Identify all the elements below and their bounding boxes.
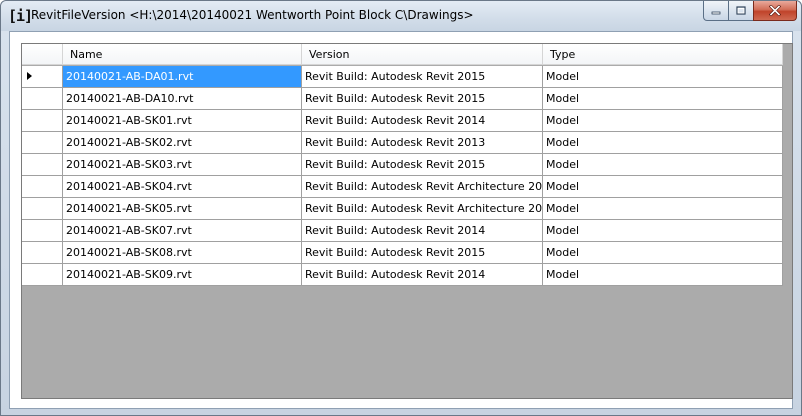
cell-name[interactable]: 20140021-AB-DA01.rvt bbox=[63, 66, 302, 88]
row-header[interactable] bbox=[22, 154, 63, 176]
cell-type[interactable]: Model bbox=[543, 220, 783, 242]
cell-name[interactable]: 20140021-AB-SK03.rvt bbox=[63, 154, 302, 176]
row-header[interactable] bbox=[22, 110, 63, 132]
app-window: [i] RevitFileVersion <H:\2014\20140021 W… bbox=[0, 0, 802, 416]
maximize-button[interactable] bbox=[728, 1, 754, 21]
file-version-grid[interactable]: Name Version Type 20140021-AB-DA01.rvt Re… bbox=[21, 43, 793, 399]
cell-type[interactable]: Model bbox=[543, 154, 783, 176]
minimize-icon bbox=[711, 11, 721, 14]
table-row[interactable]: 20140021-AB-DA01.rvt Revit Build: Autodes… bbox=[22, 66, 783, 88]
cell-version[interactable]: Revit Build: Autodesk Revit Architecture… bbox=[302, 176, 543, 198]
row-header[interactable] bbox=[22, 88, 63, 110]
row-header[interactable] bbox=[22, 66, 63, 88]
app-info-icon: [i] bbox=[8, 7, 33, 25]
cell-version[interactable]: Revit Build: Autodesk Revit 2014 bbox=[302, 220, 543, 242]
close-icon bbox=[769, 5, 781, 16]
current-row-arrow-icon bbox=[27, 72, 32, 80]
title-bar[interactable]: [i] RevitFileVersion <H:\2014\20140021 W… bbox=[1, 1, 801, 31]
row-header[interactable] bbox=[22, 132, 63, 154]
window-title: RevitFileVersion <H:\2014\20140021 Wentw… bbox=[31, 8, 474, 22]
table-row[interactable]: 20140021-AB-SK02.rvt Revit Build: Autodes… bbox=[22, 132, 783, 154]
cell-type[interactable]: Model bbox=[543, 88, 783, 110]
cell-type[interactable]: Model bbox=[543, 132, 783, 154]
cell-name[interactable]: 20140021-AB-SK05.rvt bbox=[63, 198, 302, 220]
row-header[interactable] bbox=[22, 264, 63, 286]
cell-type[interactable]: Model bbox=[543, 176, 783, 198]
grid-header: Name Version Type bbox=[22, 44, 783, 65]
cell-name[interactable]: 20140021-AB-SK01.rvt bbox=[63, 110, 302, 132]
row-header[interactable] bbox=[22, 220, 63, 242]
column-header-name[interactable]: Name bbox=[63, 44, 302, 64]
cell-type[interactable]: Model bbox=[543, 242, 783, 264]
cell-type[interactable]: Model bbox=[543, 198, 783, 220]
row-header[interactable] bbox=[22, 242, 63, 264]
caption-buttons bbox=[703, 1, 797, 21]
maximize-icon bbox=[736, 6, 746, 15]
column-header-type[interactable]: Type bbox=[543, 44, 783, 64]
cell-name[interactable]: 20140021-AB-SK07.rvt bbox=[63, 220, 302, 242]
cell-type[interactable]: Model bbox=[543, 66, 783, 88]
cell-name[interactable]: 20140021-AB-DA10.rvt bbox=[63, 88, 302, 110]
column-header-version[interactable]: Version bbox=[302, 44, 543, 64]
table-row[interactable]: 20140021-AB-SK09.rvt Revit Build: Autodes… bbox=[22, 264, 783, 286]
row-header-corner[interactable] bbox=[22, 44, 63, 64]
cell-version[interactable]: Revit Build: Autodesk Revit 2015 bbox=[302, 66, 543, 88]
cell-name[interactable]: 20140021-AB-SK02.rvt bbox=[63, 132, 302, 154]
cell-version[interactable]: Revit Build: Autodesk Revit 2015 bbox=[302, 242, 543, 264]
table-row[interactable]: 20140021-AB-SK04.rvt Revit Build: Autodes… bbox=[22, 176, 783, 198]
table-row[interactable]: 20140021-AB-SK05.rvt Revit Build: Autodes… bbox=[22, 198, 783, 220]
cell-version[interactable]: Revit Build: Autodesk Revit 2015 bbox=[302, 88, 543, 110]
table-row[interactable]: 20140021-AB-DA10.rvt Revit Build: Autodes… bbox=[22, 88, 783, 110]
cell-version[interactable]: Revit Build: Autodesk Revit Architecture… bbox=[302, 198, 543, 220]
cell-type[interactable]: Model bbox=[543, 264, 783, 286]
client-area: Name Version Type 20140021-AB-DA01.rvt Re… bbox=[9, 31, 793, 409]
minimize-button[interactable] bbox=[703, 1, 729, 21]
row-header[interactable] bbox=[22, 198, 63, 220]
table-row[interactable]: 20140021-AB-SK08.rvt Revit Build: Autodes… bbox=[22, 242, 783, 264]
row-header[interactable] bbox=[22, 176, 63, 198]
table-row[interactable]: 20140021-AB-SK03.rvt Revit Build: Autodes… bbox=[22, 154, 783, 176]
table-row[interactable]: 20140021-AB-SK01.rvt Revit Build: Autodes… bbox=[22, 110, 783, 132]
cell-name[interactable]: 20140021-AB-SK09.rvt bbox=[63, 264, 302, 286]
cell-type[interactable]: Model bbox=[543, 110, 783, 132]
table-row[interactable]: 20140021-AB-SK07.rvt Revit Build: Autodes… bbox=[22, 220, 783, 242]
cell-version[interactable]: Revit Build: Autodesk Revit 2013 bbox=[302, 132, 543, 154]
cell-version[interactable]: Revit Build: Autodesk Revit 2014 bbox=[302, 264, 543, 286]
cell-version[interactable]: Revit Build: Autodesk Revit 2014 bbox=[302, 110, 543, 132]
close-button[interactable] bbox=[753, 1, 797, 21]
cell-version[interactable]: Revit Build: Autodesk Revit 2015 bbox=[302, 154, 543, 176]
cell-name[interactable]: 20140021-AB-SK04.rvt bbox=[63, 176, 302, 198]
cell-name[interactable]: 20140021-AB-SK08.rvt bbox=[63, 242, 302, 264]
